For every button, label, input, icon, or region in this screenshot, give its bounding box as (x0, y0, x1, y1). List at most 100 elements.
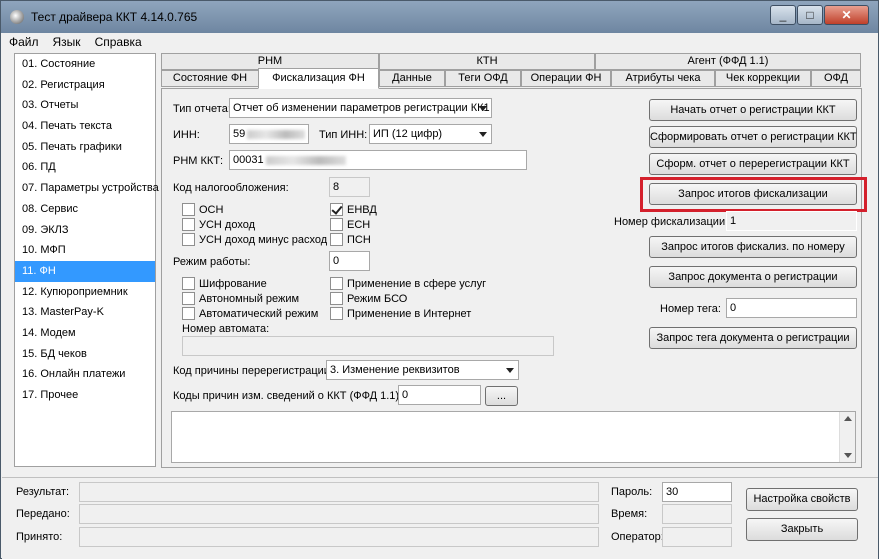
checkbox-option[interactable]: Автономный режим (182, 292, 299, 305)
menu-help[interactable]: Справка (88, 35, 149, 49)
nav-item[interactable]: 07. Параметры устройства (15, 178, 159, 199)
checkbox-option[interactable]: Режим БСО (330, 292, 407, 305)
rnm-value: 00031 (233, 154, 264, 166)
tab-ktn[interactable]: КТН (379, 53, 595, 70)
nav-item[interactable]: 08. Сервис (15, 199, 155, 220)
redacted-mark (247, 129, 306, 139)
checkbox-unchecked-icon[interactable] (182, 292, 195, 305)
nav-item[interactable]: 11. ФН (15, 260, 155, 282)
memo-scrollbar[interactable] (839, 412, 855, 462)
checkbox-label: ОСН (199, 203, 224, 216)
sent-label: Передано: (16, 508, 70, 520)
rnm-label: РНМ ККТ: (173, 155, 224, 167)
checkbox-option[interactable]: Применение в Интернет (330, 307, 471, 320)
result-field (79, 482, 599, 502)
query-fiscalization-by-number-button[interactable]: Запрос итогов фискализ. по номеру (649, 236, 857, 258)
nav-item[interactable]: 13. MasterPay-K (15, 302, 155, 323)
nav-item[interactable]: 16. Онлайн платежи (15, 364, 155, 385)
checkbox-checked-icon[interactable] (330, 203, 343, 216)
checkbox-option[interactable]: УСН доход (182, 218, 255, 231)
title-bar[interactable]: Тест драйвера ККТ 4.14.0.765 _ □ ✕ (1, 1, 878, 33)
checkbox-unchecked-icon[interactable] (330, 307, 343, 320)
nav-item[interactable]: 09. ЭКЛЗ (15, 220, 155, 241)
checkbox-option[interactable]: Автоматический режим (182, 307, 318, 320)
inn-type-combo[interactable]: ИП (12 цифр) (369, 124, 492, 144)
password-field[interactable]: 30 (662, 482, 732, 502)
menu-file[interactable]: Файл (2, 35, 46, 49)
form-reregistration-report-button[interactable]: Сформ. отчет о перерегистрации ККТ (649, 153, 857, 175)
checkbox-unchecked-icon[interactable] (182, 307, 195, 320)
checkbox-unchecked-icon[interactable] (182, 233, 195, 246)
checkbox-option[interactable]: УСН доход минус расход (182, 233, 327, 246)
nav-item[interactable]: 06. ПД (15, 157, 155, 178)
checkbox-unchecked-icon[interactable] (330, 233, 343, 246)
tab-agent[interactable]: Агент (ФФД 1.1) (595, 53, 861, 70)
checkbox-option[interactable]: Шифрование (182, 277, 267, 290)
menu-language[interactable]: Язык (46, 35, 88, 49)
tab-fn-state[interactable]: Состояние ФН (161, 70, 259, 87)
checkbox-unchecked-icon[interactable] (330, 292, 343, 305)
received-label: Принято: (16, 531, 63, 543)
nav-item[interactable]: 03. Отчеты (15, 95, 155, 116)
settings-button[interactable]: Настройка свойств (746, 488, 858, 511)
tab-ofd[interactable]: ОФД (811, 70, 861, 87)
report-type-combo[interactable]: Отчет об изменении параметров регистраци… (229, 98, 492, 118)
chevron-down-icon (479, 132, 487, 137)
nav-item[interactable]: 12. Купюроприемник (15, 282, 155, 303)
maximize-button[interactable]: □ (797, 5, 823, 25)
rereg-reason-combo[interactable]: 3. Изменение реквизитов (326, 360, 519, 380)
ellipsis-button[interactable]: ... (485, 386, 518, 406)
minimize-button[interactable]: _ (770, 5, 796, 25)
nav-item[interactable]: 15. БД чеков (15, 344, 155, 365)
nav-item[interactable]: 05. Печать графики (15, 137, 155, 158)
tab-receipt-attributes[interactable]: Атрибуты чека (611, 70, 715, 87)
checkbox-option[interactable]: Применение в сфере услуг (330, 277, 486, 290)
checkbox-option[interactable]: ЕНВД (330, 203, 377, 216)
scroll-down-icon[interactable] (844, 453, 852, 458)
checkbox-unchecked-icon[interactable] (330, 218, 343, 231)
output-memo[interactable] (171, 411, 856, 463)
inn-field[interactable]: 59 (229, 124, 309, 144)
tab-ofd-tags[interactable]: Теги ОФД (445, 70, 521, 87)
checkbox-unchecked-icon[interactable] (182, 218, 195, 231)
section-list[interactable]: 01. Состояние 02. Регистрация 03. Отчеты 04… (14, 53, 159, 467)
checkbox-option[interactable]: ПСН (330, 233, 371, 246)
tax-code-field[interactable]: 8 (329, 177, 370, 197)
checkbox-label: ЕНВД (347, 203, 377, 216)
nav-item[interactable]: 01. Состояние (15, 54, 155, 75)
tab-fn-fiscalization[interactable]: Фискализация ФН (258, 68, 379, 89)
automat-field[interactable] (182, 336, 554, 356)
change-codes-label: Коды причин изм. сведений о ККТ (ФФД 1.1… (173, 390, 403, 402)
query-registration-document-button[interactable]: Запрос документа о регистрации (649, 266, 857, 288)
start-registration-report-button[interactable]: Начать отчет о регистрации ККТ (649, 99, 857, 121)
password-label: Пароль: (611, 486, 653, 498)
tag-number-field[interactable]: 0 (726, 298, 857, 318)
query-registration-tag-button[interactable]: Запрос тега документа о регистрации (649, 327, 857, 349)
close-button[interactable]: Закрыть (746, 518, 858, 541)
nav-item[interactable]: 10. МФП (15, 240, 155, 261)
checkbox-option[interactable]: ЕСН (330, 218, 370, 231)
inn-type-label: Тип ИНН: (319, 129, 368, 141)
nav-item[interactable]: 14. Модем (15, 323, 155, 344)
nav-item[interactable]: 02. Регистрация (15, 75, 155, 96)
scroll-up-icon[interactable] (844, 416, 852, 421)
tab-data[interactable]: Данные (379, 70, 445, 87)
change-codes-field[interactable]: 0 (398, 385, 481, 405)
tab-correction-receipt[interactable]: Чек коррекции (715, 70, 811, 87)
nav-item[interactable]: 17. Прочее (15, 385, 155, 406)
nav-item[interactable]: 04. Печать текста (15, 116, 155, 137)
tab-fn-operations[interactable]: Операции ФН (521, 70, 611, 87)
checkbox-unchecked-icon[interactable] (330, 277, 343, 290)
rnm-field[interactable]: 00031 (229, 150, 527, 170)
mode-field[interactable]: 0 (329, 251, 370, 271)
checkbox-option[interactable]: ОСН (182, 203, 223, 216)
form-registration-report-button[interactable]: Сформировать отчет о регистрации ККТ (649, 126, 857, 148)
highlight-frame (640, 177, 867, 212)
fiscalization-number-field[interactable]: 1 (726, 211, 857, 231)
result-label: Результат: (16, 486, 70, 498)
checkbox-unchecked-icon[interactable] (182, 277, 195, 290)
checkbox-label: Автономный режим (199, 292, 300, 305)
close-window-button[interactable]: ✕ (824, 5, 869, 25)
inn-label: ИНН: (173, 129, 200, 141)
checkbox-unchecked-icon[interactable] (182, 203, 195, 216)
